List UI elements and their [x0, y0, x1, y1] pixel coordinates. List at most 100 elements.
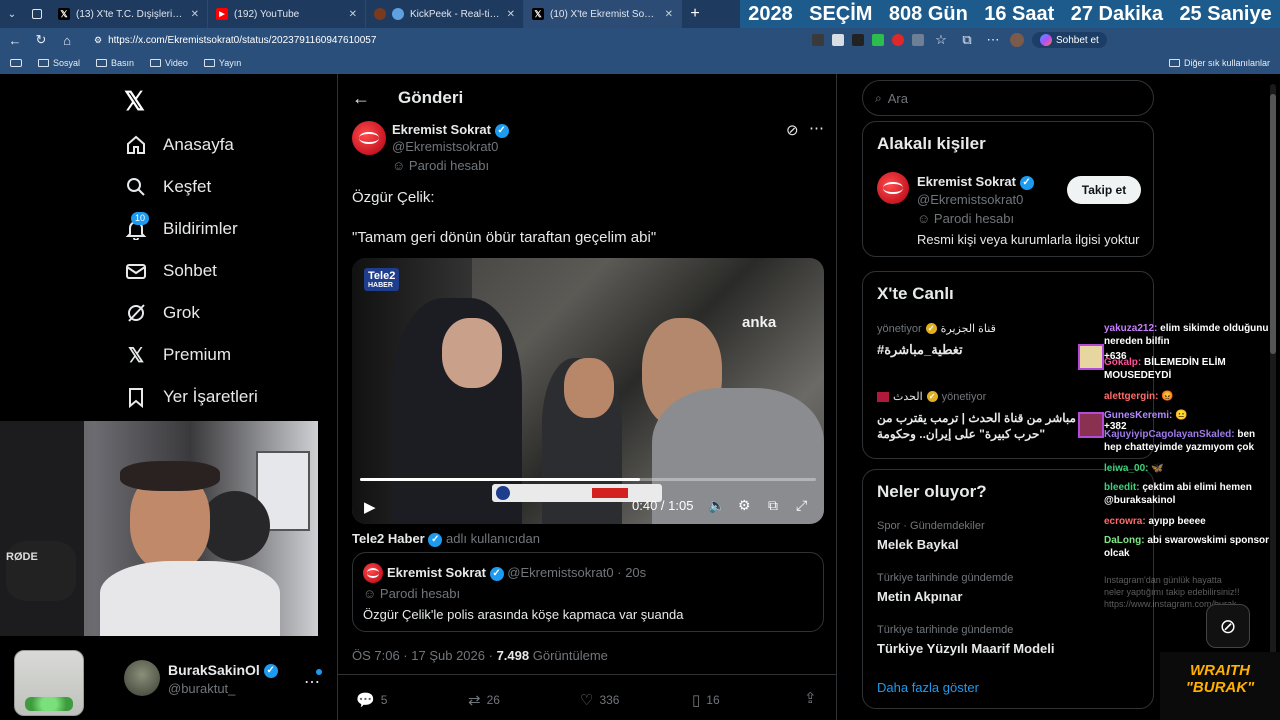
tab-dis-isleri[interactable]: 𝕏 (13) X'te T.C. Dışişleri Bakanlığı: "S…	[50, 0, 208, 28]
show-more-link[interactable]: Daha fazla göster	[877, 680, 979, 695]
favorites-star-icon[interactable]: ☆	[932, 32, 950, 48]
reply-button[interactable]: 💬 5	[356, 691, 387, 709]
live-item-1-title[interactable]: #تغطية_مباشرة	[877, 342, 963, 358]
live-item-2-channel[interactable]: الحدث ✓ yönetiyor	[877, 390, 986, 403]
card-title: X'te Canlı	[877, 284, 954, 303]
post-text-line-1: Özgür Çelik:	[352, 189, 435, 206]
video-progress-track[interactable]	[360, 478, 816, 481]
author-avatar[interactable]	[352, 121, 386, 155]
author-handle[interactable]: @Ekremistsokrat0	[392, 139, 498, 154]
page-title: Gönderi	[398, 88, 464, 107]
close-tab-icon[interactable]: ✕	[507, 9, 515, 20]
close-tab-icon[interactable]: ✕	[191, 9, 199, 20]
trend-item[interactable]: Melek Baykal	[877, 537, 959, 552]
back-arrow-icon[interactable]: ←	[352, 88, 370, 109]
follow-button[interactable]: Takip et	[1067, 176, 1141, 204]
account-switcher[interactable]: BurakSakinOl ✓	[168, 662, 278, 679]
verified-badge-icon: ✓	[489, 566, 504, 581]
collections-icon[interactable]: ⧉	[958, 32, 976, 48]
site-info-icon[interactable]: ⚙	[94, 35, 102, 46]
bookmarks-toggle-icon[interactable]	[10, 59, 22, 67]
verified-badge-icon: ✓	[428, 532, 443, 547]
live-item-1-channel[interactable]: قناة الجزيرة ✓ yönetiyor	[877, 322, 996, 336]
bookmark-folder-video[interactable]: Video	[150, 58, 188, 68]
verified-badge-icon: ✓	[926, 391, 938, 402]
home-icon[interactable]: ⌂	[58, 33, 76, 48]
tab-kickpeek[interactable]: KickPeek - Real-time URL Cra... ✕	[366, 0, 524, 28]
grok-icon[interactable]: ⊘	[786, 121, 799, 139]
bookmark-button[interactable]: ▯ 16	[692, 691, 720, 709]
copilot-chat-button[interactable]: Sohbet et	[1032, 32, 1107, 48]
workspaces-icon[interactable]	[24, 0, 50, 28]
tab-youtube[interactable]: ▶ (192) YouTube ✕	[208, 0, 366, 28]
search-input[interactable]: Ara	[888, 91, 908, 106]
picture-in-picture-icon[interactable]: ⧉	[768, 497, 778, 514]
tab-ekremist-sokrat[interactable]: 𝕏 (10) X'te Ekremist Sokrat: "Özgür Ç...…	[524, 0, 682, 28]
related-avatar[interactable]	[877, 172, 909, 204]
trend-item[interactable]: Metin Akpınar	[877, 589, 962, 604]
close-tab-icon[interactable]: ✕	[665, 9, 673, 20]
related-people-card: Alakalı kişiler Ekremist Sokrat ✓ @Ekrem…	[862, 121, 1154, 257]
nav-notifications[interactable]: 10 Bildirimler	[125, 212, 238, 240]
nav-premium[interactable]: 𝕏 Premium	[125, 344, 231, 367]
live-item-2-title[interactable]: مباشر من قناة الحدث | ترمب يقترب من "حرب…	[877, 410, 1087, 442]
reload-icon[interactable]: ↻	[32, 32, 50, 48]
jar-graphic	[14, 650, 84, 716]
anka-watermark: anka	[742, 314, 777, 331]
youtube-icon: ▶	[216, 8, 228, 20]
emote-icon: 😡	[1161, 391, 1174, 402]
x-logo-icon[interactable]: 𝕏	[124, 86, 145, 117]
more-dots-icon[interactable]: ⋯	[984, 32, 1002, 48]
fullscreen-icon[interactable]: ⤢	[796, 497, 807, 514]
bookmark-folder-yayin[interactable]: Yayın	[203, 58, 241, 68]
scrollbar-thumb[interactable]	[1270, 94, 1276, 354]
volume-icon[interactable]: 🔈	[708, 497, 725, 514]
folder-icon	[96, 59, 108, 67]
account-avatar[interactable]	[124, 660, 160, 696]
bell-icon: 10	[125, 212, 150, 240]
search-box[interactable]: ⌕ Ara	[862, 80, 1154, 116]
account-more-icon[interactable]: ⋯	[304, 672, 320, 692]
related-name[interactable]: Ekremist Sokrat ✓	[917, 174, 1034, 190]
repost-button[interactable]: ⇄ 26	[468, 691, 500, 709]
video-time: 0:40 / 1:05	[632, 498, 694, 513]
nav-messages[interactable]: Sohbet	[125, 260, 217, 282]
viewer-plus-2: +382	[1104, 421, 1127, 432]
close-tab-icon[interactable]: ✕	[349, 9, 357, 20]
nav-grok[interactable]: Grok	[125, 302, 200, 324]
bookmark-folder-sosyal[interactable]: Sosyal	[38, 58, 80, 68]
other-bookmarks[interactable]: Diğer sık kullanılanlar	[1168, 58, 1270, 68]
extension-icon[interactable]	[852, 34, 864, 46]
nav-explore[interactable]: Keşfet	[125, 176, 211, 198]
back-arrow-icon[interactable]: ←	[6, 33, 24, 48]
play-icon[interactable]: ▶	[364, 498, 376, 516]
nav-bookmarks[interactable]: Yer İşaretleri	[125, 386, 258, 408]
profile-avatar[interactable]	[1010, 33, 1024, 47]
trend-item[interactable]: Türkiye Yüzyılı Maarif Modeli	[877, 641, 1054, 656]
extension-icon[interactable]	[892, 34, 904, 46]
post-column: ← Gönderi Ekremist Sokrat ✓ @Ekremistsok…	[337, 74, 837, 720]
extension-icon[interactable]	[872, 34, 884, 46]
more-dots-icon[interactable]: ⋯	[809, 119, 824, 137]
nav-home[interactable]: Anasayfa	[125, 134, 234, 156]
grok-float-icon[interactable]: ⊘	[1206, 604, 1250, 648]
quoted-post[interactable]: Ekremist Sokrat ✓ @Ekremistsokrat0 · 20s…	[352, 552, 824, 632]
new-tab-button[interactable]: +	[682, 5, 708, 23]
extension-icon[interactable]	[912, 34, 924, 46]
extension-icon[interactable]	[812, 34, 824, 46]
url-field[interactable]: ⚙ https://x.com/Ekremistsokrat0/status/2…	[84, 31, 804, 49]
settings-gear-icon[interactable]: ⚙	[738, 497, 751, 514]
bookmark-folder-basin[interactable]: Basın	[96, 58, 134, 68]
extension-icon[interactable]	[832, 34, 844, 46]
share-icon[interactable]: ⇪	[804, 689, 817, 707]
like-button[interactable]: ♡ 336	[580, 691, 619, 709]
video-player[interactable]: Tele2 HABER anka ▶ 0:40 / 1:05 🔈 ⚙ ⧉ ⤢	[352, 258, 824, 524]
tab-menu-chevron-icon[interactable]: ⌄	[0, 0, 24, 28]
folder-icon	[1168, 59, 1180, 67]
bookmark-icon	[125, 386, 147, 408]
chat-message: GunesKeremi: 😐	[1104, 410, 1188, 421]
author-name[interactable]: Ekremist Sokrat ✓	[392, 122, 509, 138]
trend-meta: Türkiye tarihinde gündemde	[877, 624, 1014, 636]
card-title: Alakalı kişiler	[877, 134, 986, 153]
video-source[interactable]: Tele2 Haber ✓ adlı kullanıcıdan	[352, 531, 540, 547]
